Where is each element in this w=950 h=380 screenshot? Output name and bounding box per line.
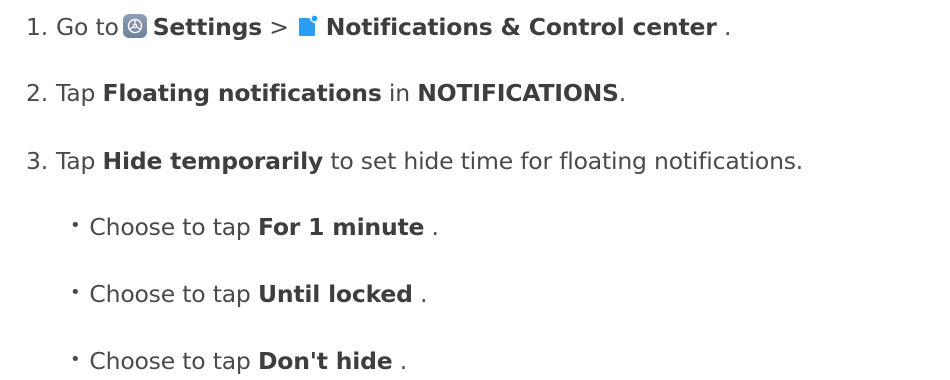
option-label: Don't hide [257,347,393,375]
step-text: to set hide time for floating notificati… [330,147,804,175]
settings-label: Settings [152,13,263,41]
notifications-control-center-label: Notifications & Control center [325,13,717,41]
bullet: • [70,215,81,236]
bullet: • [70,282,81,303]
step-number: 3. [26,147,49,175]
step-text: in [388,79,410,107]
hide-temporarily-label: Hide temporarily [102,147,324,175]
option-label: Until locked [257,280,413,308]
floating-notifications-label: Floating notifications [102,79,382,107]
step-1: 1. Go to Settings > Notifications & Cont… [26,12,731,42]
option-label: For 1 minute [257,213,425,241]
option-prefix: Choose to tap [89,280,251,308]
step-number: 1. [26,13,49,41]
option-item: • Choose to tap Don't hide . [70,346,407,376]
step-text: Tap [56,147,96,175]
step-3: 3. Tap Hide temporarily to set hide time… [26,146,803,176]
option-period: . [420,280,428,308]
notifications-section-label: NOTIFICATIONS [417,79,619,107]
step-text: Tap [56,79,96,107]
path-separator: > [269,13,289,41]
bullet: • [70,349,81,370]
step-text: Go to [56,13,119,41]
notification-badge-icon [295,14,319,38]
option-prefix: Choose to tap [89,347,251,375]
option-prefix: Choose to tap [89,213,251,241]
settings-gear-icon [122,14,147,38]
option-period: . [431,213,439,241]
option-period: . [399,347,408,375]
option-item: • Choose to tap Until locked . [70,279,428,309]
step-period: . [723,13,732,41]
step-number: 2. [26,79,49,107]
step-2: 2. Tap Floating notifications in NOTIFIC… [26,78,626,108]
option-item: • Choose to tap For 1 minute . [70,212,439,242]
step-period: . [618,79,627,107]
